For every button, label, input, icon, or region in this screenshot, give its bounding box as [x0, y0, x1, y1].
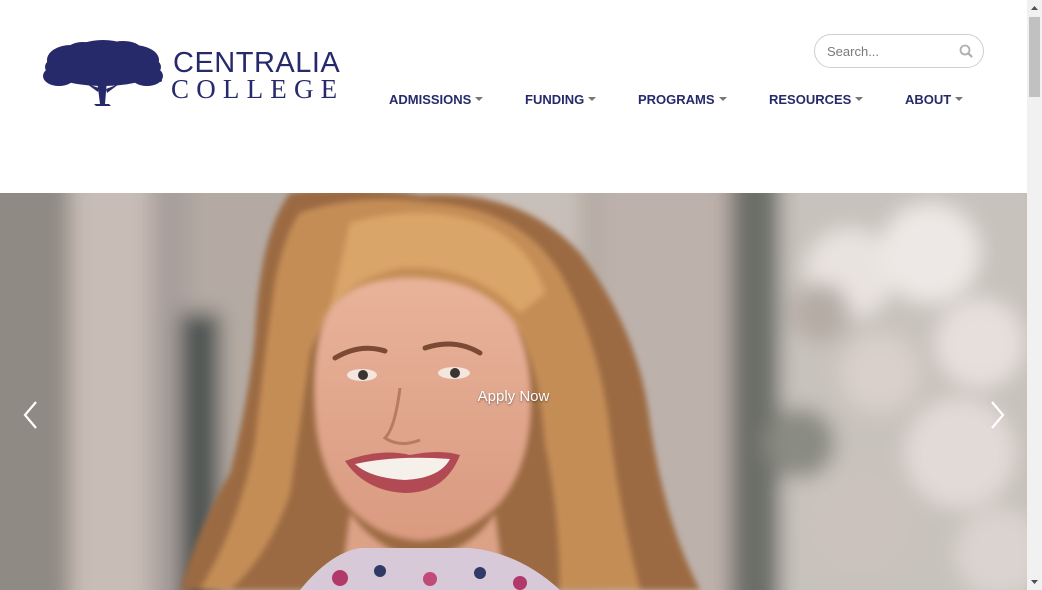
logo-text-college: COLLEGE: [171, 74, 345, 104]
hero-carousel: Apply Now: [0, 193, 1027, 590]
scroll-down-button[interactable]: [1027, 573, 1042, 590]
arrow-up-icon: [1031, 6, 1038, 10]
chevron-left-icon: [23, 401, 37, 429]
nav-item-admissions[interactable]: ADMISSIONS: [389, 92, 484, 107]
nav-label: RESOURCES: [769, 92, 852, 107]
carousel-prev-button[interactable]: [20, 400, 44, 430]
tree-logo-icon: [43, 40, 163, 106]
nav-item-programs[interactable]: PROGRAMS: [638, 92, 727, 107]
scroll-thumb[interactable]: [1029, 17, 1040, 97]
caret-down-icon: [588, 97, 597, 101]
chevron-right-icon: [991, 401, 1005, 429]
nav-label: FUNDING: [525, 92, 585, 107]
arrow-down-icon: [1031, 580, 1038, 584]
search-input[interactable]: [827, 42, 953, 60]
caret-down-icon: [855, 97, 864, 101]
page-scrollbar[interactable]: [1027, 0, 1042, 590]
page: CENTRALIA COLLEGE ADMISSIONS FUNDING PRO…: [0, 0, 1027, 590]
scroll-up-button[interactable]: [1027, 0, 1042, 17]
nav-label: PROGRAMS: [638, 92, 715, 107]
nav-item-about[interactable]: ABOUT: [905, 92, 964, 107]
search-button[interactable]: [955, 41, 977, 61]
nav-item-funding[interactable]: FUNDING: [525, 92, 597, 107]
hero-caption[interactable]: Apply Now: [0, 388, 1027, 405]
nav-item-resources[interactable]: RESOURCES: [769, 92, 864, 107]
search-box: [814, 34, 984, 68]
search-icon: [959, 44, 973, 58]
nav-label: ADMISSIONS: [389, 92, 472, 107]
site-header: CENTRALIA COLLEGE ADMISSIONS FUNDING PRO…: [0, 0, 1027, 193]
caret-down-icon: [955, 97, 964, 101]
nav-label: ABOUT: [905, 92, 952, 107]
caret-down-icon: [718, 97, 727, 101]
logo-link[interactable]: CENTRALIA COLLEGE: [43, 40, 343, 106]
caret-down-icon: [475, 97, 484, 101]
carousel-next-button[interactable]: [986, 400, 1010, 430]
